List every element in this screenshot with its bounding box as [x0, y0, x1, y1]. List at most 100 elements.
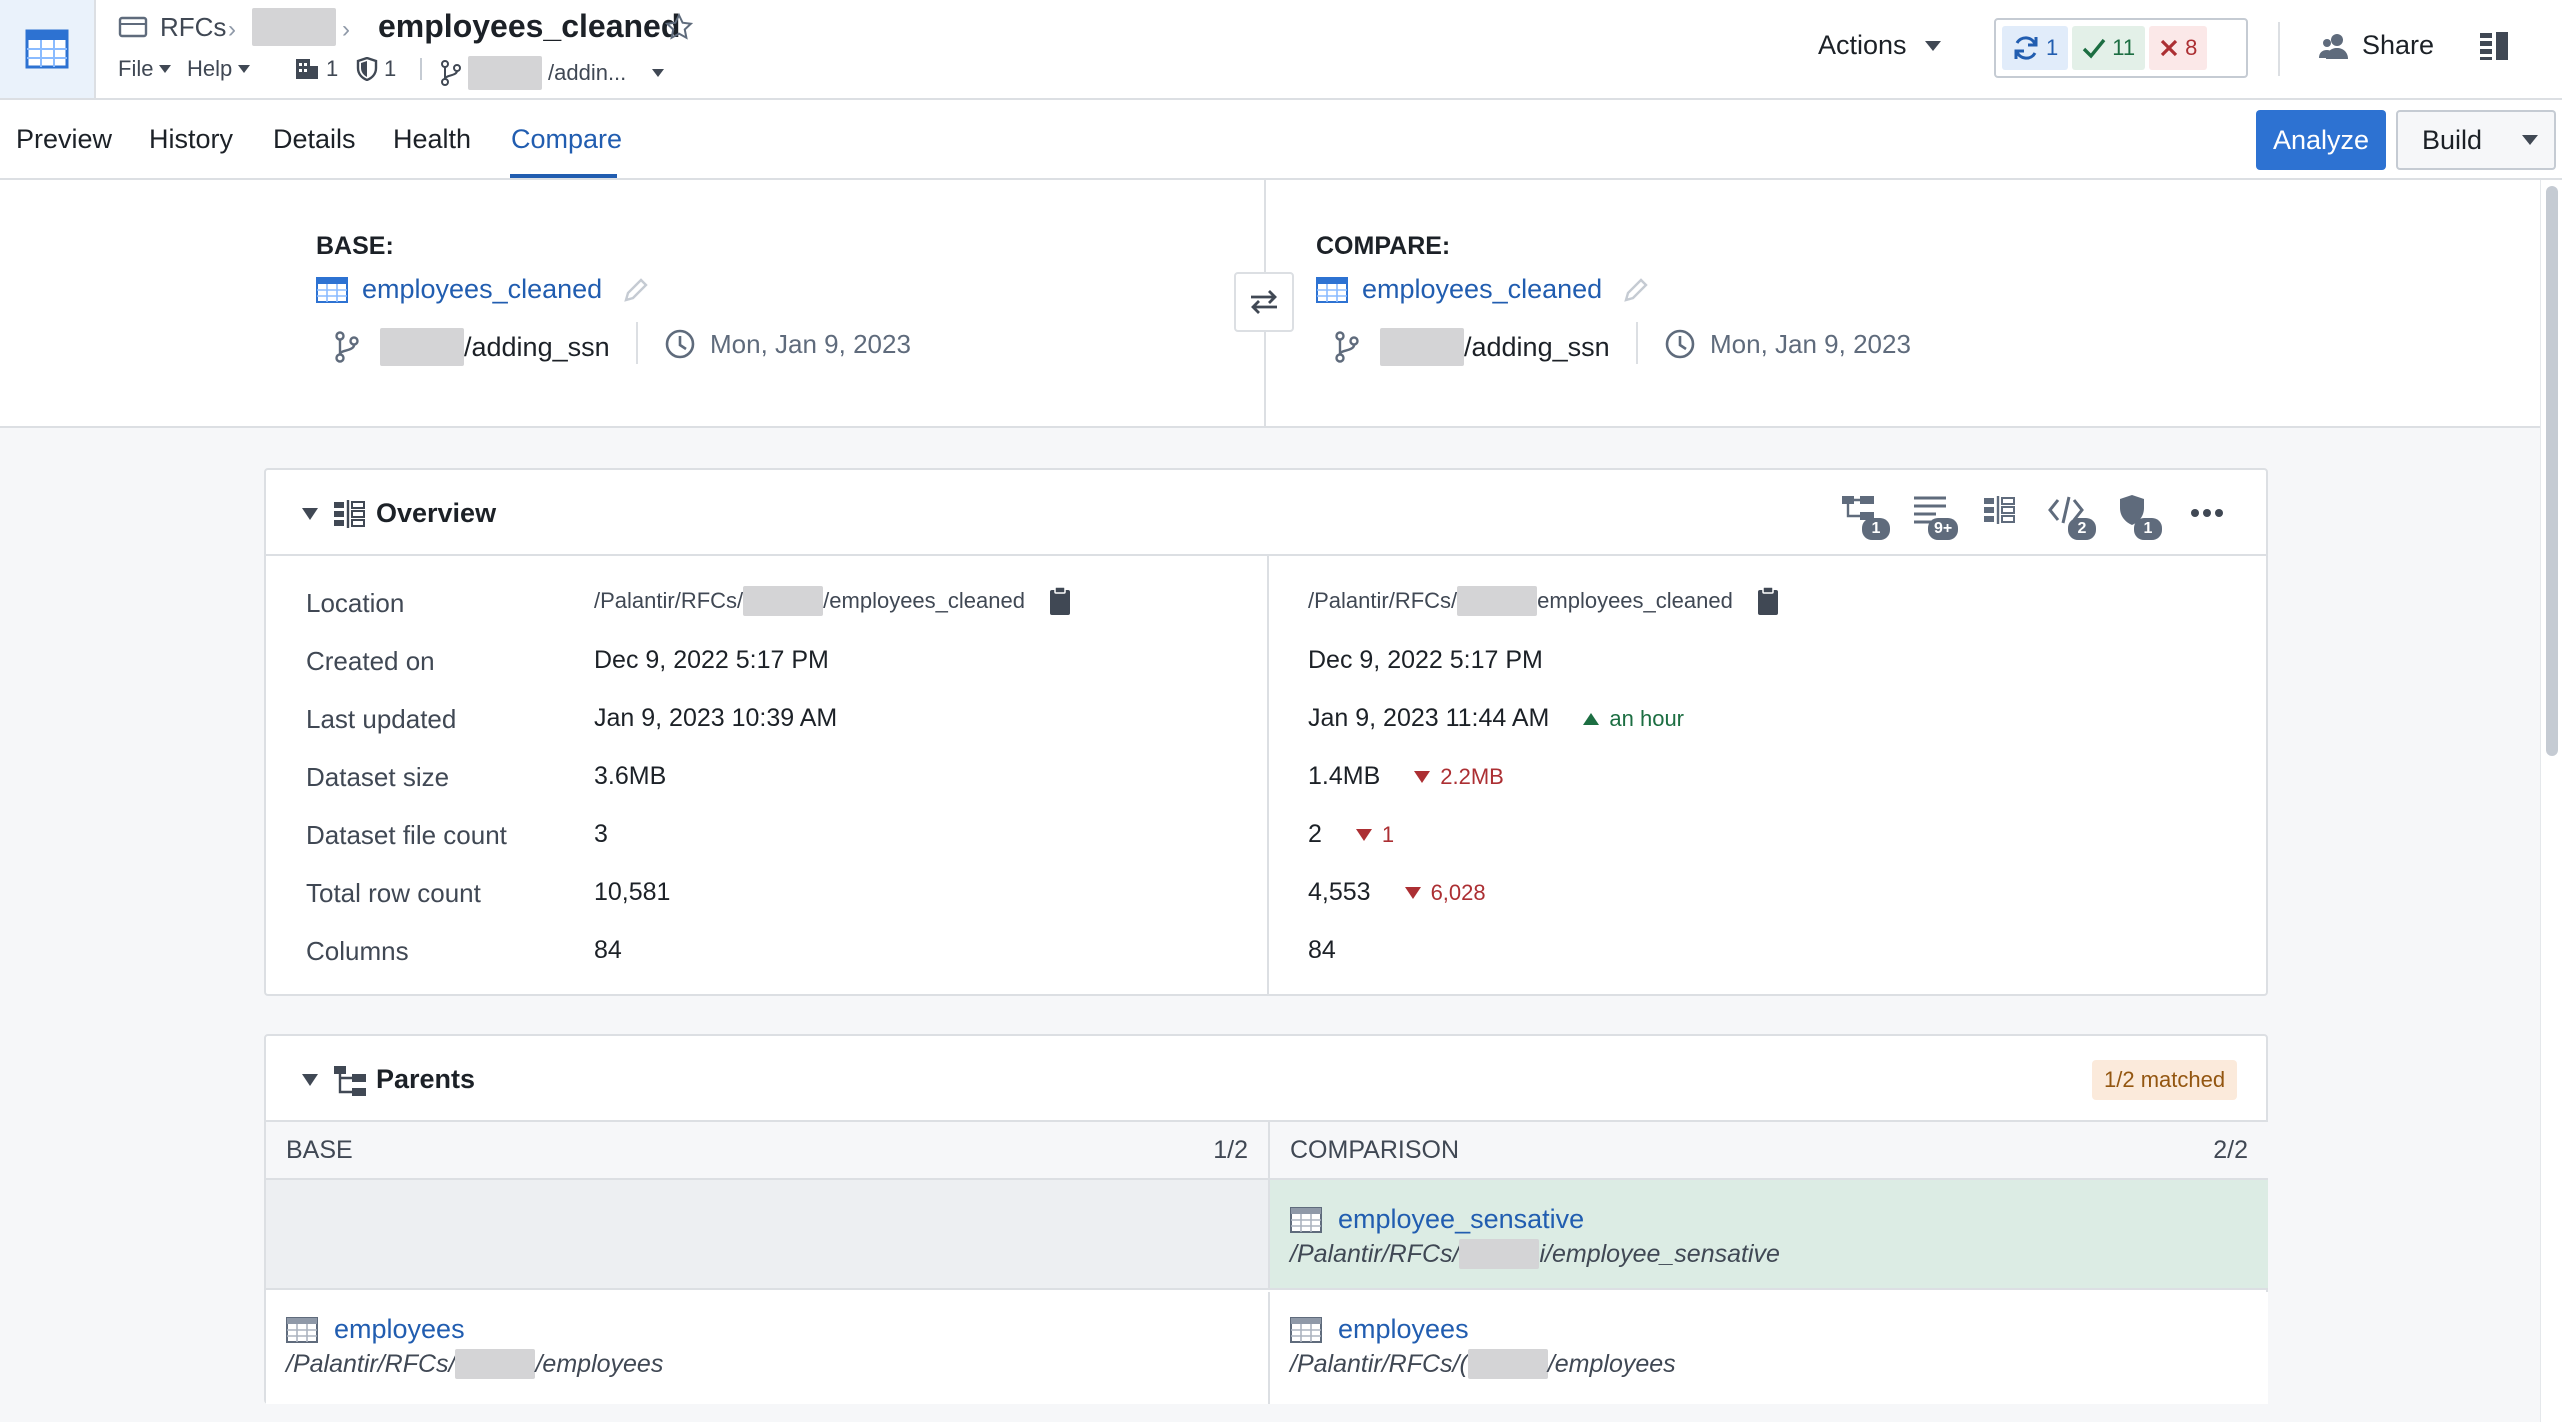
lineage-count[interactable]: 1 [294, 56, 338, 82]
base-column-title: BASE [286, 1135, 353, 1164]
row-count-delta: 6,028 [1404, 879, 1486, 906]
compare-dataset-link[interactable]: employees_cleaned [1316, 274, 1650, 305]
edit-pencil-icon[interactable] [1622, 276, 1650, 304]
file-count-delta-value: 1 [1381, 821, 1395, 847]
clipboard-icon[interactable] [1049, 586, 1071, 616]
parent-path: /Palantir/RFCs/ i/employee_sensative [1290, 1239, 1780, 1269]
collapse-caret-icon[interactable] [302, 508, 318, 520]
folder-icon [118, 14, 148, 40]
help-menu-label: Help [187, 56, 233, 81]
compare-file-count: 2 1 [1308, 820, 1394, 849]
code-diff-button[interactable]: 2 [2048, 494, 2096, 540]
overview-icon [334, 500, 365, 528]
base-columns: 84 [594, 936, 622, 964]
tab-details[interactable]: Details [273, 124, 356, 155]
parent-path: /Palantir/RFCs/( /employees [1290, 1349, 1676, 1379]
table-icon [286, 1316, 318, 1343]
parents-badge: 1 [1862, 518, 1890, 540]
compare-selection-panel: BASE: employees_cleaned /adding_ssn Mon,… [0, 180, 2540, 428]
row-count-delta-value: 6,028 [1430, 879, 1486, 905]
more-options-icon[interactable] [2190, 508, 2224, 518]
parent-row-new[interactable]: employee_sensative /Palantir/RFCs/ i/emp… [1268, 1180, 2268, 1290]
overview-header[interactable]: Overview 1 9+ 2 1 [266, 470, 2266, 556]
tab-health[interactable]: Health [393, 124, 471, 155]
build-options-button[interactable] [2506, 110, 2556, 170]
base-date-value: Mon, Jan 9, 2023 [710, 328, 911, 359]
last-updated-label: Last updated [306, 704, 457, 734]
tab-history[interactable]: History [149, 124, 233, 155]
base-branch[interactable]: /adding_ssn [334, 328, 610, 366]
scrollbar-thumb[interactable] [2546, 186, 2558, 756]
compare-column-header: COMPARISON 2/2 [1268, 1122, 2268, 1180]
checks-count[interactable]: 1 [356, 56, 396, 82]
parent-name: employees [1338, 1314, 1469, 1344]
divider [1267, 556, 1269, 996]
redacted-branch [380, 328, 464, 366]
jobs-status[interactable]: 1 [2002, 26, 2069, 70]
last-updated-delta: an hour [1583, 706, 1684, 732]
caret-down-icon [159, 65, 172, 73]
redacted-breadcrumb[interactable] [252, 8, 336, 46]
actions-menu[interactable]: Actions [1818, 30, 1941, 61]
edit-pencil-icon[interactable] [622, 276, 650, 304]
parent-row-base[interactable]: employees /Palantir/RFCs/ /employees [266, 1292, 1268, 1404]
base-dataset-size: 3.6MB [594, 762, 667, 790]
compare-last-updated-value: Jan 9, 2023 11:44 AM [1308, 704, 1550, 732]
breadcrumb-rfcs[interactable]: RFCs [160, 12, 226, 43]
base-created-on: Dec 9, 2022 5:17 PM [594, 646, 829, 674]
file-menu[interactable]: File [118, 56, 172, 82]
redacted-branch [468, 56, 542, 90]
parents-header[interactable]: Parents 1/2 matched [266, 1036, 2266, 1122]
parent-row-compare[interactable]: employees /Palantir/RFCs/( /employees [1268, 1292, 2268, 1404]
compare-date-value: Mon, Jan 9, 2023 [1710, 328, 1911, 359]
top-header: RFCs › › employees_cleaned File Help 1 1… [0, 0, 2562, 100]
table-icon [1290, 1316, 1322, 1343]
clipboard-icon[interactable] [1757, 586, 1779, 616]
sidebar-toggle-icon[interactable] [2478, 30, 2510, 62]
refresh-icon [2014, 36, 2038, 60]
checks-diff-button[interactable]: 1 [2118, 494, 2162, 540]
caret-down-icon [1924, 40, 1941, 51]
tab-compare[interactable]: Compare [511, 124, 622, 155]
empty-base-cell [266, 1180, 1268, 1290]
parents-diff-button[interactable]: 1 [1840, 494, 1890, 540]
passed-status[interactable]: 11 [2072, 26, 2146, 70]
compare-branch[interactable]: /adding_ssn [1334, 328, 1610, 366]
share-button[interactable]: Share [2318, 30, 2434, 61]
table-icon [316, 276, 348, 303]
git-branch-icon [441, 60, 461, 86]
compare-row-count: 4,553 6,028 [1308, 878, 1486, 907]
parent-name: employee_sensative [1338, 1204, 1585, 1234]
last-updated-delta-value: an hour [1609, 705, 1685, 731]
help-menu[interactable]: Help [187, 56, 251, 82]
parent-path: /Palantir/RFCs/ /employees [286, 1349, 663, 1379]
base-dataset-link[interactable]: employees_cleaned [316, 274, 650, 305]
dataset-app-icon[interactable] [0, 0, 96, 98]
build-status-group: 1 11 8 [1994, 18, 2248, 78]
compare-date[interactable]: Mon, Jan 9, 2023 [1664, 328, 1911, 360]
file-count-label: Dataset file count [306, 820, 507, 850]
tab-preview[interactable]: Preview [16, 124, 112, 155]
compare-label: COMPARE: [1316, 232, 1451, 260]
base-date[interactable]: Mon, Jan 9, 2023 [664, 328, 911, 360]
table-icon [1316, 276, 1348, 303]
analyze-button[interactable]: Analyze [2256, 110, 2386, 170]
schema-diff-button[interactable]: 9+ [1912, 494, 1959, 540]
branch-selector[interactable]: /addin... [440, 56, 665, 90]
parent-dataset-link[interactable]: employees [286, 1314, 663, 1345]
columns-label: Columns [306, 936, 409, 966]
build-button[interactable]: Build [2396, 110, 2508, 170]
star-icon[interactable] [664, 12, 694, 42]
swap-button[interactable] [1234, 272, 1294, 332]
lineage-count-value: 1 [326, 56, 339, 81]
failed-status[interactable]: 8 [2149, 26, 2208, 70]
parent-name: employees [334, 1314, 465, 1344]
share-label: Share [2362, 30, 2435, 60]
columns-diff-button[interactable] [1982, 494, 2016, 526]
parent-dataset-link[interactable]: employee_sensative [1290, 1204, 1780, 1235]
base-label: BASE: [316, 232, 394, 260]
parent-dataset-link[interactable]: employees [1290, 1314, 1676, 1345]
divider [1636, 322, 1638, 364]
shield-icon [356, 57, 378, 81]
collapse-caret-icon[interactable] [302, 1074, 318, 1086]
